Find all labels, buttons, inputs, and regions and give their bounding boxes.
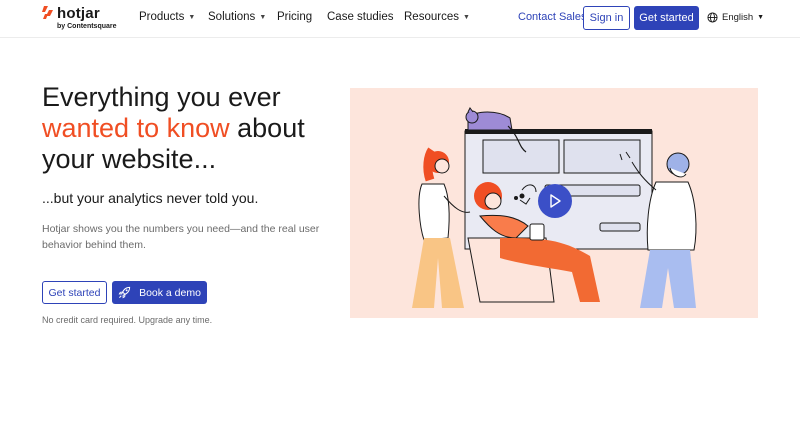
rocket-icon (118, 286, 131, 299)
nav-item-pricing[interactable]: Pricing (277, 11, 312, 23)
nav-item-case-studies[interactable]: Case studies (327, 11, 393, 23)
hero-headline: Everything you ever wanted to know about … (42, 82, 342, 175)
hotjar-flame-icon (42, 6, 53, 19)
nav-item-resources[interactable]: Resources ▼ (404, 11, 470, 23)
headline-part1: Everything you ever (42, 82, 281, 112)
play-video-button[interactable] (538, 184, 572, 218)
chevron-down-icon: ▼ (757, 14, 765, 21)
hotjar-logo[interactable]: hotjar by Contentsquare (42, 5, 122, 33)
chevron-down-icon: ▼ (188, 13, 196, 21)
no-credit-card-note: No credit card required. Upgrade any tim… (42, 315, 213, 325)
nav-item-label: Resources (404, 11, 459, 23)
get-started-button[interactable]: Get started (42, 281, 107, 304)
top-navigation: hotjar by Contentsquare Products ▼ Solut… (0, 0, 800, 38)
headline-accent: wanted to know (42, 113, 230, 143)
nav-item-label: Pricing (277, 11, 313, 23)
nav-item-products[interactable]: Products ▼ (139, 11, 195, 23)
chevron-down-icon: ▼ (259, 13, 267, 21)
contact-sales-link[interactable]: Contact Sales (518, 11, 586, 23)
brand-name: hotjar (57, 5, 100, 22)
woman-figure (412, 147, 471, 308)
hero-description: Hotjar shows you the numbers you need—an… (42, 223, 320, 251)
book-demo-label: Book a demo (139, 286, 201, 299)
nav-item-label: Products (139, 11, 185, 23)
hero-subheadline: ...but your analytics never told you. (42, 190, 259, 206)
play-icon (550, 194, 561, 208)
language-label: English (722, 12, 754, 23)
hero-illustration (350, 88, 758, 318)
nav-item-label: Case studies (327, 11, 394, 23)
brand-tagline: by Contentsquare (57, 23, 117, 30)
get-started-nav-button[interactable]: Get started (634, 6, 699, 30)
sign-in-button[interactable]: Sign in (583, 6, 630, 30)
nav-item-solutions[interactable]: Solutions ▼ (208, 11, 266, 23)
book-demo-button[interactable]: Book a demo (112, 281, 207, 304)
globe-icon (707, 12, 718, 23)
language-selector[interactable]: English ▼ (707, 12, 764, 23)
chevron-down-icon: ▼ (462, 13, 470, 21)
nav-item-label: Solutions (208, 11, 256, 23)
